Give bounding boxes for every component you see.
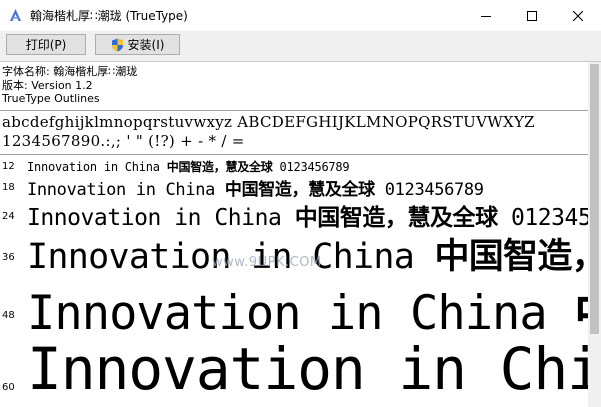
sample-latin: Innovation in China bbox=[27, 286, 575, 341]
sample-line-36: Innovation in China 中国智造，慧及全球 bbox=[27, 228, 588, 279]
minimize-icon bbox=[481, 15, 491, 17]
scrollbar-thumb[interactable] bbox=[590, 64, 599, 334]
sample-size-label: 36 bbox=[2, 252, 15, 263]
charset-digits-punctuation: 1234567890.:,; ' " (!?) + - * / = bbox=[2, 132, 245, 150]
watermark: www.9UPK.COM bbox=[212, 255, 322, 270]
version-info: 版本: Version 1.2 bbox=[2, 79, 93, 92]
vertical-scrollbar[interactable] bbox=[588, 62, 601, 407]
print-button-label: 打印(P) bbox=[25, 38, 67, 52]
sample-cjk: 中国智造，慧及全球 bbox=[166, 160, 273, 174]
font-preview-pane[interactable]: 字体名称: 翰海楷札厚∷潮珑 版本: Version 1.2 TrueType … bbox=[0, 62, 588, 407]
sample-size-label: 60 bbox=[2, 382, 15, 393]
sample-line-48: Innovation in China 中 bbox=[27, 274, 588, 343]
sample-latin: Innovation in China bbox=[27, 180, 225, 200]
sample-line-60: Innovation in China bbox=[27, 335, 588, 403]
close-button[interactable] bbox=[555, 0, 601, 31]
toolbar: 打印(P) 安装(I) bbox=[0, 31, 601, 62]
sample-size-label: 24 bbox=[2, 211, 15, 222]
minimize-button[interactable] bbox=[463, 0, 509, 31]
maximize-button[interactable] bbox=[509, 0, 555, 31]
sample-size-label: 18 bbox=[2, 182, 15, 193]
sample-latin: Innovation in China bbox=[27, 335, 588, 403]
sample-cjk: 中国智造，慧及全球 bbox=[434, 237, 588, 277]
sample-line-12: Innovation in China 中国智造，慧及全球 0123456789 bbox=[27, 158, 350, 175]
install-button[interactable]: 安装(I) bbox=[95, 34, 180, 55]
maximize-icon bbox=[527, 10, 537, 21]
print-button[interactable]: 打印(P) bbox=[6, 34, 86, 55]
sample-size-label: 48 bbox=[2, 310, 15, 321]
shield-icon bbox=[111, 38, 123, 51]
sample-latin: Innovation in China bbox=[27, 160, 167, 174]
outline-info: TrueType Outlines bbox=[2, 92, 100, 105]
sample-cjk: 中国智造，慧及全球 bbox=[224, 180, 375, 200]
sample-size-label: 12 bbox=[2, 161, 15, 172]
divider bbox=[0, 154, 588, 155]
sample-line-24: Innovation in China 中国智造，慧及全球 0123456789 bbox=[27, 198, 588, 232]
font-viewer-icon bbox=[10, 9, 21, 21]
install-button-label: 安装(I) bbox=[127, 38, 165, 52]
sample-cjk: 中 bbox=[574, 286, 588, 341]
sample-digits: 0123456789 bbox=[374, 180, 484, 200]
charset-lowercase-uppercase: abcdefghijklmnopqrstuvwxyz ABCDEFGHIJKLM… bbox=[2, 113, 535, 131]
divider bbox=[0, 110, 588, 111]
window-title: 翰海楷札厚∷潮珑 (TrueType) bbox=[30, 9, 188, 23]
sample-line-18: Innovation in China 中国智造，慧及全球 0123456789 bbox=[27, 175, 484, 200]
close-icon bbox=[573, 10, 583, 21]
sample-digits: 0123456789 bbox=[272, 160, 350, 174]
title-bar[interactable]: 翰海楷札厚∷潮珑 (TrueType) bbox=[0, 0, 601, 32]
